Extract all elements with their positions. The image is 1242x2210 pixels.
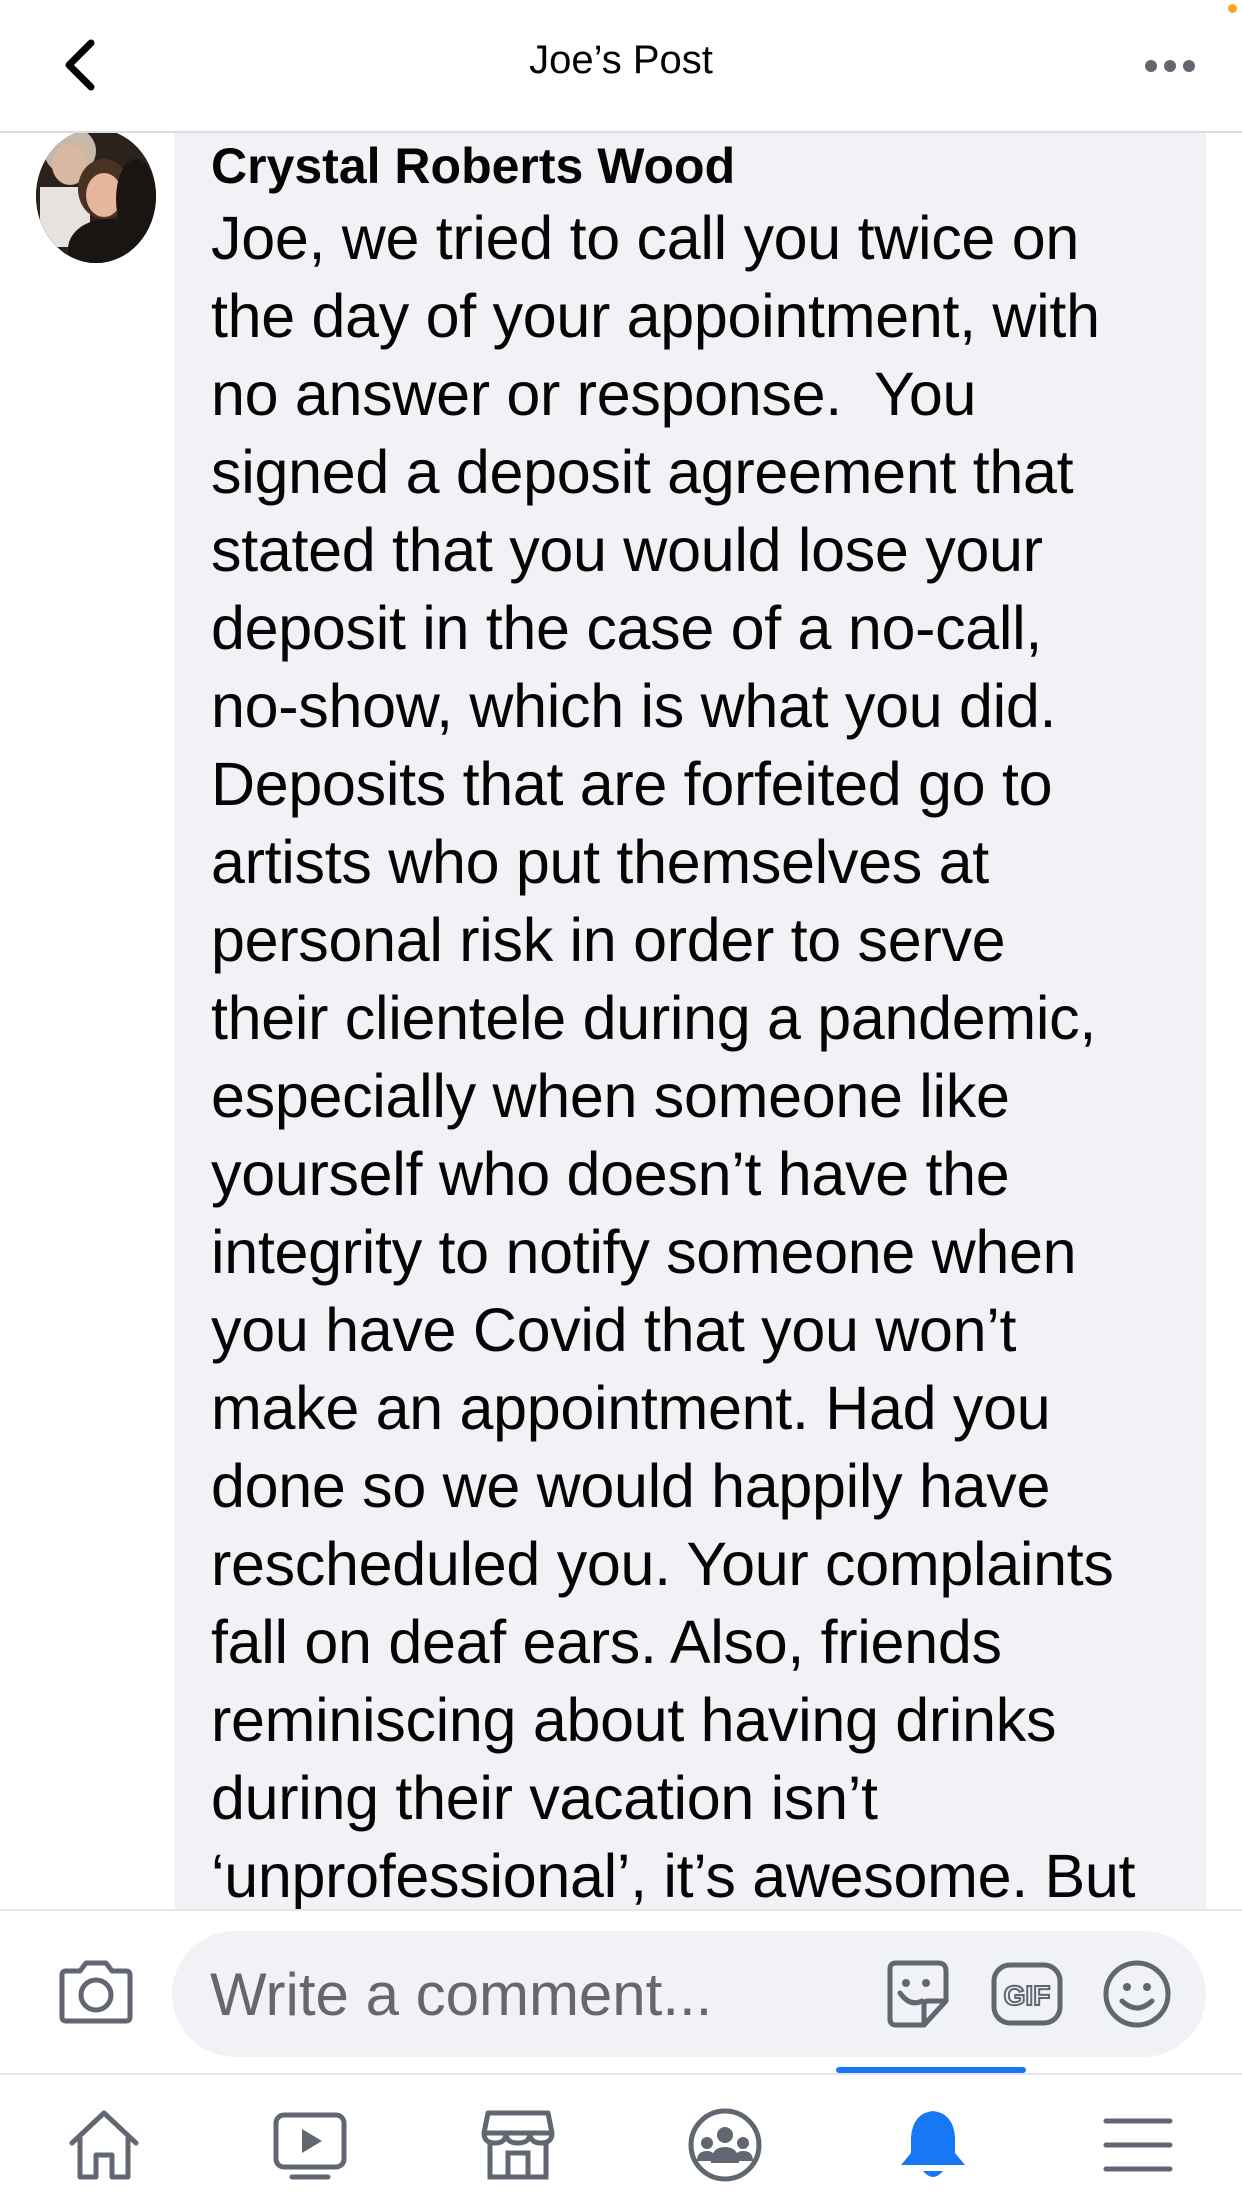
comment-line: yourself who doesn’t have the xyxy=(211,1140,1010,1208)
marketplace-icon xyxy=(481,2110,555,2180)
comment-line: the day of your appointment, with xyxy=(211,282,1100,350)
comment-line: during their vacation isn’t xyxy=(211,1764,878,1832)
comment-line: rescheduled you. Your complaints xyxy=(211,1530,1114,1598)
comment-composer: GIF xyxy=(0,1909,1242,2075)
comment-line: fall on deaf ears. Also, friends xyxy=(211,1608,1002,1676)
sticker-button[interactable] xyxy=(880,1957,954,2031)
comment-line: no answer or response. You xyxy=(211,360,977,428)
comment-line: ‘unprofessional’, it’s awesome. But xyxy=(211,1842,1136,1909)
emoji-button[interactable] xyxy=(1100,1957,1174,2031)
comment-body: Joe, we tried to call you twice on the da… xyxy=(211,199,1191,1909)
nav-menu[interactable] xyxy=(1090,2097,1186,2193)
comment-line: artists who put themselves at xyxy=(211,828,989,896)
nav-watch[interactable] xyxy=(262,2097,358,2193)
comment-line: done so we would happily have xyxy=(211,1452,1051,1520)
more-options-button[interactable] xyxy=(1140,44,1200,88)
emoji-icon xyxy=(1103,1960,1171,2028)
camera-icon xyxy=(59,1960,133,2024)
active-tab-indicator xyxy=(836,2067,1026,2073)
comment-author-name[interactable]: Crystal Roberts Wood xyxy=(211,137,735,195)
gif-button[interactable]: GIF xyxy=(990,1961,1064,2027)
gif-label: GIF xyxy=(1004,1980,1051,2011)
status-indicator-dot xyxy=(1228,4,1237,13)
nav-notifications[interactable] xyxy=(885,2097,981,2193)
home-icon xyxy=(69,2110,139,2180)
comment-line: integrity to notify someone when xyxy=(211,1218,1077,1286)
comment-line: reminiscing about having drinks xyxy=(211,1686,1057,1754)
gif-icon: GIF xyxy=(991,1962,1063,2026)
comment-line: stated that you would lose your xyxy=(211,516,1043,584)
profile-photo xyxy=(36,133,156,263)
comment-line: signed a deposit agreement that xyxy=(211,438,1074,506)
watch-video-icon xyxy=(273,2112,347,2180)
sticker-icon xyxy=(887,1960,949,2028)
comment-line: Joe, we tried to call you twice on xyxy=(211,204,1079,272)
nav-groups[interactable] xyxy=(677,2097,773,2193)
menu-icon xyxy=(1103,2118,1173,2172)
header-bar: Joe’s Post xyxy=(0,0,1242,133)
avatar[interactable] xyxy=(36,133,156,263)
comment-line: you have Covid that you won’t xyxy=(211,1296,1017,1364)
nav-marketplace[interactable] xyxy=(470,2097,566,2193)
comment-input[interactable] xyxy=(210,1931,810,2057)
comment-line: their clientele during a pandemic, xyxy=(211,984,1096,1052)
comment-line: make an appointment. Had you xyxy=(211,1374,1051,1442)
comment-line: Deposits that are forfeited go to xyxy=(211,750,1053,818)
bottom-navigation xyxy=(0,2067,1242,2210)
comment-thread[interactable]: Crystal Roberts Wood Joe, we tried to ca… xyxy=(0,133,1242,1909)
comment-input-field[interactable]: GIF xyxy=(172,1931,1206,2057)
comment-line: no-show, which is what you did. xyxy=(211,672,1057,740)
page-title: Joe’s Post xyxy=(529,38,713,82)
more-dots-icon xyxy=(1145,60,1195,72)
camera-button[interactable] xyxy=(56,1957,136,2027)
comment-line: deposit in the case of a no-call, xyxy=(211,594,1043,662)
comment-line: personal risk in order to serve xyxy=(211,906,1006,974)
nav-home[interactable] xyxy=(56,2097,152,2193)
notifications-bell-icon xyxy=(901,2111,965,2177)
groups-icon xyxy=(688,2108,762,2182)
comment-line: especially when someone like xyxy=(211,1062,1010,1130)
